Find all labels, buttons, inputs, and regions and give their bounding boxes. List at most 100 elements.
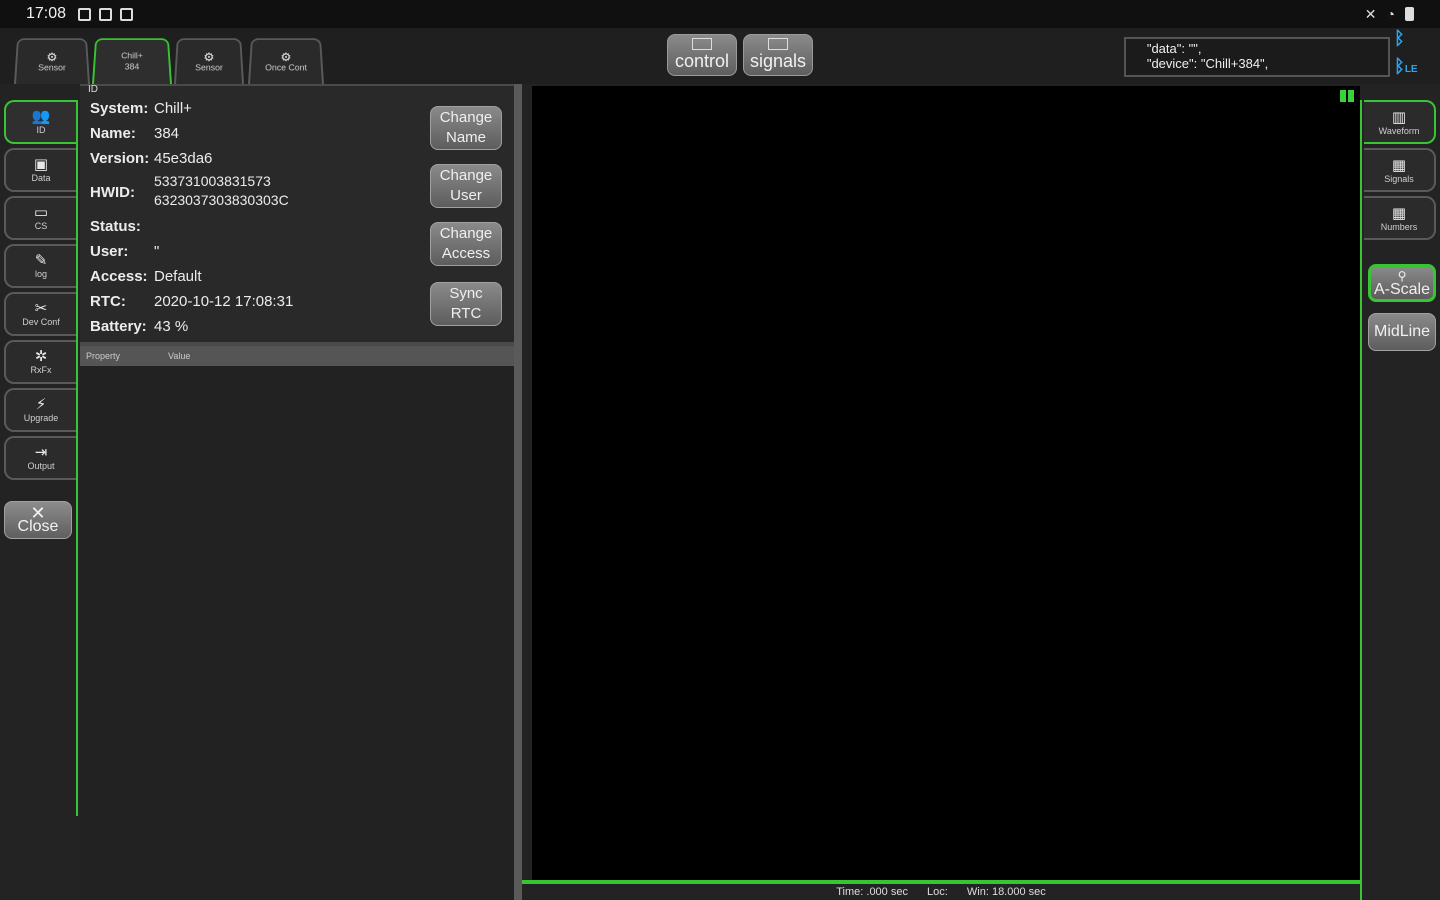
- sidebar-item-label: log: [34, 269, 47, 279]
- property-table[interactable]: Property Value: [80, 342, 514, 900]
- hwid-row: HWID:: [90, 184, 135, 201]
- sync-rtc-button[interactable]: Sync RTC: [430, 282, 502, 326]
- midline-button[interactable]: MidLine: [1368, 313, 1436, 351]
- user-row: User: ": [90, 243, 159, 260]
- window-icon: ▥: [1391, 108, 1407, 126]
- tab-label: Signals: [1384, 173, 1414, 184]
- tab-waveform[interactable]: ▥ Waveform: [1364, 100, 1436, 144]
- gear-icon: ⚙: [46, 49, 58, 64]
- gear-icon: ✲: [34, 348, 48, 365]
- system-value: Chill+: [154, 100, 192, 117]
- notes-icon: ✎: [34, 252, 48, 269]
- sidebar-item-log[interactable]: ✎ log: [4, 244, 76, 288]
- close-button[interactable]: ✕ Close: [4, 501, 72, 539]
- name-value: 384: [154, 125, 180, 142]
- right-rail-divider: [1360, 100, 1362, 900]
- sidebar-item-data[interactable]: ▣ Data: [4, 148, 76, 192]
- signals-label: signals: [749, 51, 807, 71]
- hwid-value-line2: 6323037303830303C: [154, 192, 289, 208]
- status-row: Status:: [90, 218, 141, 235]
- change-access-button[interactable]: Change Access: [430, 222, 502, 266]
- time-readout: Time: .000 sec: [836, 886, 908, 898]
- display-status: Time: .000 sec Loc: Win: 18.000 sec: [522, 884, 1360, 900]
- bluetooth-le-icon: ᛒLE: [1394, 56, 1418, 76]
- a-scale-button[interactable]: ⚲ A-Scale: [1368, 264, 1436, 302]
- table-header: Property Value: [80, 346, 514, 366]
- user-value: ": [154, 243, 160, 260]
- button-label-line2: Name: [445, 129, 486, 146]
- user-key: User:: [90, 243, 129, 260]
- version-value: 45e3da6: [154, 150, 213, 167]
- sidebar-item-id[interactable]: 👥 ID: [4, 100, 76, 144]
- change-name-button[interactable]: Change Name: [430, 106, 502, 150]
- tab-sensor-1[interactable]: ⚙ Sensor: [14, 38, 90, 84]
- app-notification-icon: [120, 7, 134, 21]
- grid-icon: ▦: [1391, 156, 1407, 174]
- battery-row: Battery: 43 %: [90, 318, 188, 335]
- pause-indicator-icon[interactable]: [1340, 90, 1354, 102]
- tab-signals[interactable]: ▦ Signals: [1364, 148, 1436, 192]
- sidebar-item-cs[interactable]: ▭ CS: [4, 196, 76, 240]
- rtc-key: RTC:: [90, 293, 126, 310]
- name-key: Name:: [90, 125, 136, 142]
- panel-splitter[interactable]: [514, 84, 522, 900]
- system-key: System:: [90, 100, 149, 117]
- sidebar-item-upgrade[interactable]: ⚡ Upgrade: [4, 388, 76, 432]
- access-value: Default: [154, 268, 202, 285]
- sidebar-item-label: Output: [27, 461, 55, 471]
- close-label: Close: [17, 518, 59, 535]
- le-label: LE: [1404, 64, 1418, 75]
- button-label-line1: Change: [439, 225, 493, 242]
- gear-icon: ⚙: [203, 49, 215, 64]
- status-right: ✕ ◔: [1365, 6, 1414, 23]
- tools-icon: ✂: [34, 300, 48, 317]
- left-rail-divider: [76, 100, 78, 816]
- column-header-value[interactable]: Value: [162, 351, 190, 361]
- sidebar-item-dev-conf[interactable]: ✂ Dev Conf: [4, 292, 76, 336]
- tab-sensor-2[interactable]: ⚙ Sensor: [174, 38, 244, 84]
- button-label-line1: Sync: [449, 285, 483, 302]
- top-bar: ⚙ Sensor Chill+ 384 ⚙ Sensor ⚙ Once Cont…: [0, 28, 1440, 84]
- sidebar-item-rxfx[interactable]: ✲ RxFx: [4, 340, 76, 384]
- bolt-icon: ⚡: [35, 396, 47, 413]
- tab-numbers[interactable]: ▦ Numbers: [1364, 196, 1436, 240]
- button-label-line2: User: [450, 187, 482, 204]
- access-key: Access:: [90, 268, 148, 285]
- tab-label: Waveform: [1378, 125, 1420, 136]
- tab-label: Numbers: [1380, 221, 1418, 232]
- sidebar-item-label: Dev Conf: [22, 317, 60, 327]
- tab-device[interactable]: Chill+ 384: [92, 38, 172, 84]
- clock: 17:08: [26, 5, 67, 22]
- tab-label: Once Cont: [264, 62, 308, 72]
- version-row: Version: 45e3da6: [90, 150, 212, 167]
- access-row: Access: Default: [90, 268, 202, 285]
- rtc-row: RTC: 2020-10-12 17:08:31: [90, 293, 293, 310]
- change-user-button[interactable]: Change User: [430, 164, 502, 208]
- tab-once-cont[interactable]: ⚙ Once Cont: [248, 38, 324, 84]
- left-rail: 👥 ID ▣ Data ▭ CS ✎ log ✂ Dev Conf ✲ RxFx…: [0, 84, 78, 900]
- json-preview[interactable]: "data": "", "device": "Chill+384",: [1124, 37, 1390, 77]
- window-icon: [692, 38, 712, 50]
- bluetooth-icon: ᛒ: [1394, 28, 1405, 48]
- battery-icon: [1405, 7, 1414, 21]
- hwid-key: HWID:: [90, 184, 135, 201]
- mute-icon: ✕: [1364, 5, 1377, 22]
- signals-button[interactable]: signals: [743, 34, 813, 76]
- column-header-property[interactable]: Property: [80, 351, 162, 361]
- control-button[interactable]: control: [667, 34, 737, 76]
- rtc-value: 2020-10-12 17:08:31: [154, 293, 294, 310]
- button-label-line2: Access: [441, 245, 491, 262]
- sidebar-item-label: Data: [31, 173, 51, 183]
- window-readout: Win: 18.000 sec: [966, 886, 1046, 898]
- waveform-display[interactable]: [532, 86, 1360, 880]
- system-row: System: Chill+: [90, 100, 192, 117]
- button-label-line1: Change: [439, 109, 493, 126]
- button-label-line1: Change: [439, 167, 493, 184]
- tab-label: Chill+ 384: [121, 51, 143, 72]
- device-info-panel: ID System: Chill+ Name: 384 Version: 45e…: [80, 84, 514, 342]
- midline-label: MidLine: [1373, 323, 1431, 340]
- sidebar-item-output[interactable]: ⇥ Output: [4, 436, 76, 480]
- button-label-line2: RTC: [450, 305, 482, 322]
- window-icon: [768, 38, 788, 50]
- control-label: control: [674, 51, 730, 71]
